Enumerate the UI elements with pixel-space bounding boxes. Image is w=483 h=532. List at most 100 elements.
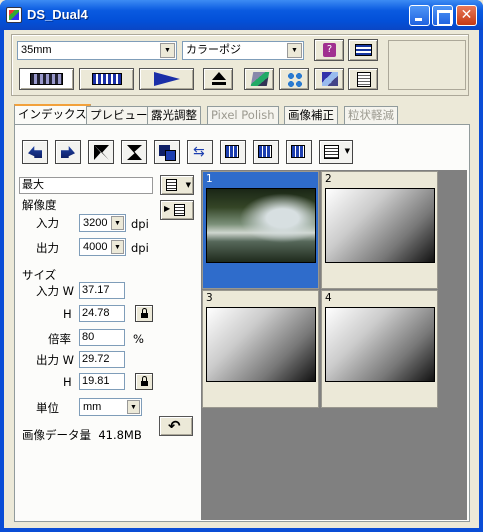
help-button[interactable]: ?	[314, 39, 344, 61]
play-icon	[154, 72, 180, 86]
input-height-field[interactable]: 24.78	[79, 305, 125, 322]
input-width-value: 37.17	[82, 284, 110, 296]
color-mode-value: カラーポジ	[186, 44, 241, 56]
select-frame-button[interactable]	[154, 140, 180, 164]
output-width-field[interactable]: 29.72	[79, 351, 125, 368]
grid-apply-all-button[interactable]	[253, 140, 279, 164]
input-resolution-label: 入力	[36, 216, 59, 230]
chevron-down-icon: ▼	[160, 43, 175, 58]
output-height-field[interactable]: 19.81	[79, 373, 125, 390]
thumbnail-frame-1[interactable]: 1	[202, 171, 319, 289]
grid-apply-button[interactable]	[220, 140, 246, 164]
arrow-right-icon: ▶	[164, 204, 171, 213]
tab-preview[interactable]: プレビュー	[86, 106, 152, 124]
close-button[interactable]	[456, 5, 477, 26]
scale-label: 倍率	[48, 332, 71, 346]
flip-vertical-button[interactable]	[121, 140, 147, 164]
chevron-down-icon: ▼	[344, 147, 350, 155]
tab-index[interactable]: インデックス	[14, 104, 91, 125]
help-book-icon: ?	[323, 43, 336, 57]
tab-exposure[interactable]: 露光調整	[147, 106, 201, 124]
gradient-thumbnail	[206, 307, 316, 382]
frame-number: 1	[206, 173, 213, 185]
scanner-info-button[interactable]	[348, 39, 378, 61]
flip-horizontal-icon	[94, 145, 109, 160]
tools-icon	[322, 72, 338, 86]
eject-button[interactable]	[203, 68, 233, 90]
view-options-button[interactable]: ▼	[319, 140, 353, 164]
preset-menu-button[interactable]: ▼	[160, 175, 194, 195]
rotate-left-icon	[28, 146, 42, 158]
scale-value: 80	[82, 331, 95, 343]
rotate-right-icon	[61, 146, 75, 158]
window-title: DS_Dual4	[27, 7, 88, 22]
color-mode-select[interactable]: カラーポジ ▼	[182, 41, 304, 60]
tab-image-correction[interactable]: 画像補正	[284, 106, 338, 124]
list-icon	[174, 204, 185, 216]
clean-button[interactable]	[244, 68, 274, 90]
minimize-button[interactable]	[409, 5, 430, 26]
film-type-select[interactable]: 35mm ▼	[17, 41, 177, 60]
frame-number: 2	[325, 173, 332, 185]
chevron-down-icon: ▼	[287, 43, 302, 58]
film-type-value: 35mm	[21, 44, 52, 56]
output-dpi-select[interactable]: 4000 ▼	[79, 238, 126, 256]
preferences-button[interactable]	[348, 68, 378, 90]
gradient-thumbnail	[325, 188, 435, 263]
client-area: 35mm ▼ カラーポジ ▼ ? インデックス プレビュー 露光調整 Pixel P…	[4, 30, 479, 528]
photo-thumbnail	[206, 188, 316, 263]
unit-select[interactable]: mm ▼	[79, 398, 142, 416]
output-width-label: 出力 W	[36, 353, 75, 367]
resolution-preset-field[interactable]: 最大	[19, 177, 153, 194]
flip-horizontal-button[interactable]	[88, 140, 114, 164]
prescan-icon	[92, 73, 122, 85]
app-window: DS_Dual4 35mm ▼ カラーポジ ▼ ? インデックス プレビュー 露光調…	[0, 0, 483, 532]
rotate-right-button[interactable]	[55, 140, 81, 164]
list-icon	[166, 179, 177, 191]
thumbnail-frame-2[interactable]: 2	[321, 171, 438, 289]
eject-bar	[212, 82, 226, 85]
grid-icon	[291, 145, 305, 158]
input-width-field[interactable]: 37.17	[79, 282, 125, 299]
percent-unit: %	[133, 332, 144, 346]
chevron-down-icon: ▼	[127, 400, 140, 414]
scale-field[interactable]: 80	[79, 329, 125, 346]
output-width-value: 29.72	[82, 353, 110, 365]
preset-add-button[interactable]: ▶	[160, 200, 194, 220]
list-icon	[324, 145, 339, 159]
data-size-label: 画像データ量	[22, 428, 91, 442]
max-label: 最大	[22, 179, 44, 191]
size-label: サイズ	[22, 268, 57, 282]
swap-button[interactable]: ⇆	[187, 140, 213, 164]
thumbnail-area: 1 2 3 4	[201, 170, 467, 520]
title-bar[interactable]: DS_Dual4	[0, 0, 483, 30]
document-icon	[357, 72, 371, 87]
prescan-button[interactable]	[79, 68, 134, 90]
input-width-label: 入力 W	[36, 284, 75, 298]
grid-export-button[interactable]	[286, 140, 312, 164]
scan-button[interactable]	[139, 68, 194, 90]
index-scan-button[interactable]	[19, 68, 74, 90]
thumbnail-frame-3[interactable]: 3	[202, 290, 319, 408]
thumbnail-frame-4[interactable]: 4	[321, 290, 438, 408]
output-height-value: 19.81	[82, 375, 110, 387]
grid-icon	[258, 145, 272, 158]
maximize-button[interactable]	[432, 5, 453, 26]
input-dpi-unit: dpi	[131, 217, 149, 231]
rotate-left-button[interactable]	[22, 140, 48, 164]
output-lock-button[interactable]	[135, 373, 153, 390]
unit-value: mm	[83, 401, 102, 413]
reset-button[interactable]: ↶	[159, 416, 193, 436]
settings-button[interactable]	[314, 68, 344, 90]
input-height-value: 24.78	[82, 307, 110, 319]
batch-button[interactable]	[279, 68, 309, 90]
tab-grain-reduction: 粒状軽減	[344, 106, 398, 124]
data-size-value: 41.8MB	[98, 428, 142, 442]
resolution-label: 解像度	[22, 198, 57, 212]
output-resolution-label: 出力	[36, 241, 59, 255]
grid-icon	[287, 72, 303, 87]
brush-icon	[250, 72, 270, 86]
input-lock-button[interactable]	[135, 305, 153, 322]
undo-icon: ↶	[168, 417, 181, 435]
input-dpi-select[interactable]: 3200 ▼	[79, 214, 126, 232]
